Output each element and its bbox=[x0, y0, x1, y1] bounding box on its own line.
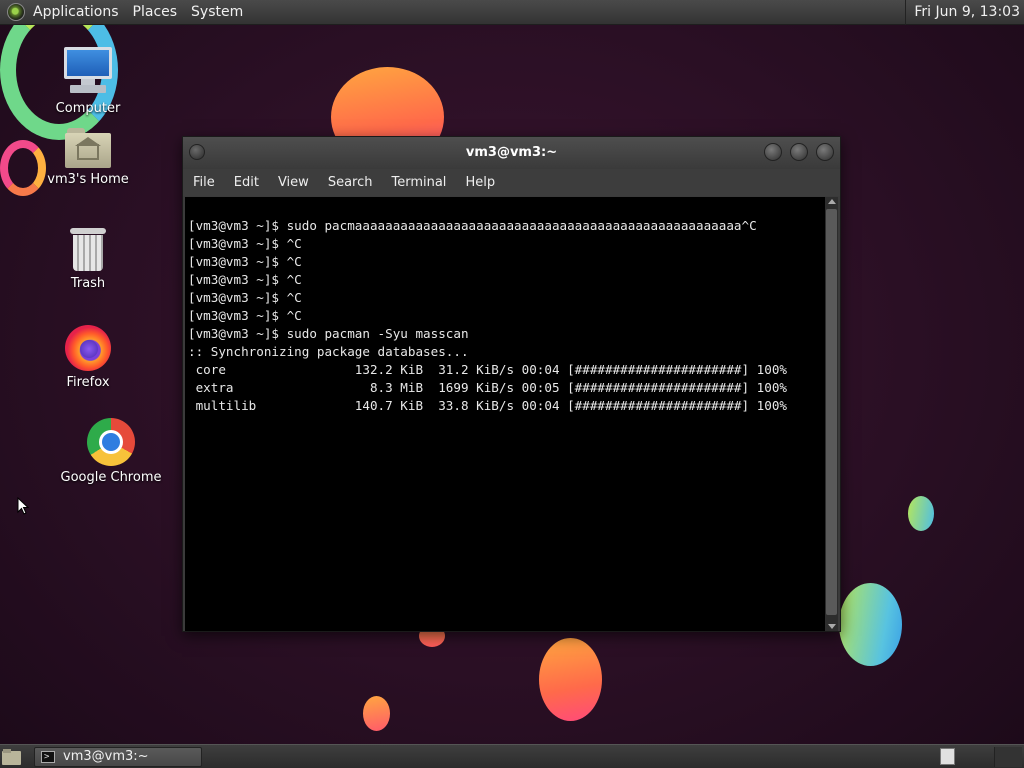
terminal-line: [vm3@vm3 ~]$ ^C bbox=[188, 236, 302, 251]
tray-area bbox=[994, 747, 1022, 767]
terminal-line: extra 8.3 MiB 1699 KiB/s 00:05 [########… bbox=[188, 380, 787, 395]
scroll-down-icon[interactable] bbox=[828, 624, 836, 629]
menu-file[interactable]: File bbox=[193, 175, 215, 190]
show-desktop-icon[interactable] bbox=[2, 748, 22, 766]
window-titlebar[interactable]: vm3@vm3:~ bbox=[183, 137, 840, 169]
wallpaper-blob bbox=[539, 638, 602, 721]
menu-edit[interactable]: Edit bbox=[234, 175, 259, 190]
chrome-icon bbox=[87, 418, 135, 466]
wallpaper-blob bbox=[839, 583, 902, 666]
desktop-icon-label: Google Chrome bbox=[60, 470, 162, 485]
window-menu-button[interactable] bbox=[189, 144, 205, 160]
scroll-up-icon[interactable] bbox=[828, 199, 836, 204]
computer-icon bbox=[64, 45, 112, 97]
terminal-output[interactable]: [vm3@vm3 ~]$ sudo pacmaaaaaaaaaaaaaaaaaa… bbox=[185, 197, 827, 631]
firefox-icon bbox=[65, 325, 111, 371]
terminal-scrollbar[interactable] bbox=[825, 197, 838, 631]
menu-search[interactable]: Search bbox=[328, 175, 373, 190]
terminal-icon bbox=[41, 748, 55, 766]
terminal-line: core 132.2 KiB 31.2 KiB/s 00:04 [#######… bbox=[188, 362, 787, 377]
taskbar-item-label: vm3@vm3:~ bbox=[63, 749, 149, 764]
wallpaper-blob bbox=[363, 696, 390, 731]
desktop-icon-label: vm3's Home bbox=[47, 172, 129, 187]
desktop-icon-chrome[interactable]: Google Chrome bbox=[56, 418, 166, 485]
desktop-icon-label: Computer bbox=[55, 101, 121, 116]
menu-places[interactable]: Places bbox=[131, 0, 186, 25]
desktop-icon-home[interactable]: vm3's Home bbox=[33, 128, 143, 187]
panel-clock[interactable]: Fri Jun 9, 13:03 bbox=[905, 0, 1020, 25]
trash-icon bbox=[69, 228, 107, 272]
desktop-icon-firefox[interactable]: Firefox bbox=[33, 325, 143, 390]
terminal-menubar: File Edit View Search Terminal Help bbox=[183, 169, 840, 196]
scrollbar-thumb[interactable] bbox=[826, 209, 837, 615]
terminal-line: :: Synchronizing package databases... bbox=[188, 344, 469, 359]
close-button[interactable] bbox=[816, 143, 834, 161]
menu-system[interactable]: System bbox=[189, 0, 251, 25]
menu-help[interactable]: Help bbox=[465, 175, 495, 190]
terminal-window[interactable]: vm3@vm3:~ File Edit View Search Terminal… bbox=[182, 136, 841, 632]
distro-logo-icon[interactable] bbox=[7, 3, 25, 21]
window-title: vm3@vm3:~ bbox=[465, 145, 558, 160]
workspace-switcher[interactable] bbox=[940, 748, 955, 765]
terminal-line: [vm3@vm3 ~]$ ^C bbox=[188, 290, 302, 305]
menu-view[interactable]: View bbox=[278, 175, 309, 190]
menu-applications[interactable]: Applications bbox=[31, 0, 127, 25]
minimize-button[interactable] bbox=[764, 143, 782, 161]
home-folder-icon bbox=[65, 128, 111, 168]
terminal-line: [vm3@vm3 ~]$ sudo pacmaaaaaaaaaaaaaaaaaa… bbox=[188, 218, 757, 233]
terminal-line: [vm3@vm3 ~]$ ^C bbox=[188, 308, 302, 323]
wallpaper-blob bbox=[908, 496, 934, 531]
taskbar-item-terminal[interactable]: vm3@vm3:~ bbox=[34, 747, 202, 767]
terminal-line: [vm3@vm3 ~]$ ^C bbox=[188, 272, 302, 287]
desktop-icon-computer[interactable]: Computer bbox=[33, 45, 143, 116]
terminal-text: [vm3@vm3 ~]$ sudo pacmaaaaaaaaaaaaaaaaaa… bbox=[188, 199, 787, 451]
desktop-icon-trash[interactable]: Trash bbox=[33, 228, 143, 291]
terminal-line: [vm3@vm3 ~]$ ^C bbox=[188, 254, 302, 269]
desktop-icon-label: Firefox bbox=[66, 375, 110, 390]
maximize-button[interactable] bbox=[790, 143, 808, 161]
terminal-line: multilib 140.7 KiB 33.8 KiB/s 00:04 [###… bbox=[188, 398, 787, 413]
terminal-line: [vm3@vm3 ~]$ sudo pacman -Syu masscan bbox=[188, 326, 469, 341]
top-panel: Applications Places System Fri Jun 9, 13… bbox=[0, 0, 1024, 25]
desktop-icon-label: Trash bbox=[70, 276, 106, 291]
menu-terminal[interactable]: Terminal bbox=[391, 175, 446, 190]
bottom-panel: vm3@vm3:~ bbox=[0, 744, 1024, 768]
